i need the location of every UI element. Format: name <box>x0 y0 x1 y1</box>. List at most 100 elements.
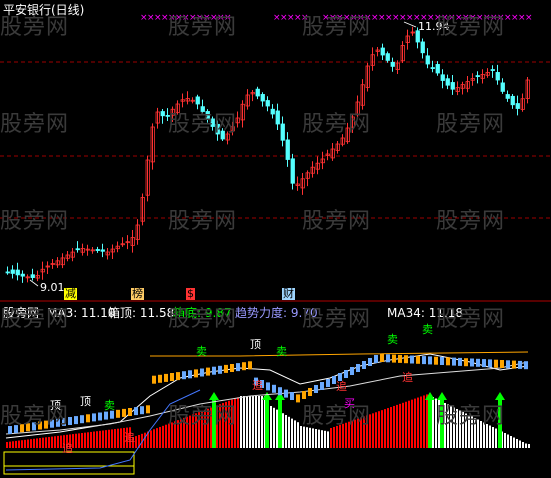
histogram-bar <box>396 404 398 448</box>
histogram-bar <box>237 397 239 448</box>
mini-candle <box>26 423 30 432</box>
mini-candle <box>242 362 246 371</box>
mini-candle <box>350 367 354 375</box>
x-marker: × <box>301 13 309 23</box>
histogram-bar <box>423 395 425 448</box>
signal-box <box>3 451 135 475</box>
histogram-bar <box>201 411 203 448</box>
histogram-bar <box>90 431 92 448</box>
mini-candle <box>290 392 294 400</box>
x-marker: × <box>224 13 232 23</box>
candle-body <box>220 130 225 140</box>
histogram-bar <box>330 428 332 448</box>
mini-candle <box>116 409 120 418</box>
histogram-bar <box>180 419 182 448</box>
candle-body <box>445 78 450 86</box>
histogram-bar <box>57 435 59 448</box>
candle-body <box>165 115 170 117</box>
mini-candle <box>266 382 270 391</box>
candle-body <box>280 123 285 141</box>
histogram-bar <box>270 406 272 448</box>
signal-tag-1[interactable]: 减 <box>64 288 77 300</box>
histogram-bar <box>378 411 380 448</box>
histogram-bar <box>408 400 410 448</box>
histogram-bar <box>189 415 191 448</box>
mini-candle <box>170 373 174 381</box>
signal-tag-3[interactable]: $ <box>186 288 195 300</box>
histogram-bar <box>120 428 122 448</box>
histogram-bar <box>99 430 101 448</box>
candle-body <box>440 74 445 81</box>
histogram-bar <box>30 439 32 448</box>
mini-candle <box>524 361 528 370</box>
histogram-bar <box>36 438 38 448</box>
histogram-bar <box>321 430 323 448</box>
candle-body <box>10 269 15 274</box>
histogram-bar <box>474 418 476 448</box>
signal-tag-2[interactable]: 榜 <box>131 288 144 300</box>
candle-body <box>200 106 205 112</box>
mini-candle <box>506 360 510 369</box>
signal-tag-4[interactable]: 财 <box>282 288 295 300</box>
signal-label-chase: 追 <box>124 431 135 444</box>
histogram-bar <box>117 428 119 448</box>
candle-body <box>385 53 390 61</box>
histogram-bar <box>462 412 464 448</box>
histogram-green-bar <box>498 398 502 448</box>
candle-body <box>160 111 165 117</box>
histogram-bar <box>456 409 458 448</box>
mini-candle <box>164 373 168 382</box>
histogram-bar <box>207 408 209 448</box>
mini-candle <box>314 385 318 393</box>
histogram-bar <box>219 404 221 448</box>
histogram-bar <box>228 400 230 448</box>
histogram-bar <box>243 396 245 448</box>
mini-candle <box>440 357 444 365</box>
mini-candle <box>56 418 60 427</box>
histogram-bar <box>372 413 374 448</box>
histogram-bar <box>27 439 29 448</box>
histogram-bar <box>78 433 80 448</box>
histogram-bar <box>171 422 173 448</box>
histogram-bar <box>399 403 401 448</box>
candle-body <box>210 118 215 127</box>
signal-label-buy: 买 <box>344 397 355 410</box>
candle-body <box>430 67 435 69</box>
mini-candle <box>212 366 216 375</box>
mini-candle <box>80 415 84 424</box>
candle-body <box>15 269 20 276</box>
candle-body <box>475 75 480 77</box>
histogram-bar <box>222 403 224 448</box>
histogram-bar <box>6 442 8 448</box>
histogram-bar <box>288 416 290 448</box>
histogram-bar <box>444 403 446 448</box>
mini-candle <box>296 394 300 403</box>
mini-candle <box>134 407 138 416</box>
candle-body <box>290 158 295 184</box>
histogram-bar <box>432 397 434 448</box>
mini-candle <box>302 391 306 399</box>
histogram-bar <box>435 398 437 448</box>
mini-candle <box>104 411 108 420</box>
histogram-green-bar <box>428 398 432 448</box>
mini-candle <box>182 371 186 380</box>
histogram-bar <box>339 424 341 448</box>
histogram-bar <box>39 438 41 448</box>
histogram-bar <box>420 396 422 448</box>
histogram-bar <box>150 430 152 448</box>
up-arrow-icon <box>262 392 272 400</box>
candle-body <box>75 248 80 251</box>
signal-label-sell: 卖 <box>104 399 115 412</box>
signal-label-top: 顶 <box>50 399 61 412</box>
histogram-bar <box>348 421 350 448</box>
histogram-bar <box>363 416 365 448</box>
signal-label-chase: 追 <box>336 380 347 393</box>
histogram-bar <box>480 421 482 448</box>
histogram-bar <box>384 409 386 448</box>
candle-body <box>380 47 385 56</box>
histogram-bar <box>312 428 314 448</box>
mini-candle <box>224 364 228 373</box>
candle-body <box>510 95 515 106</box>
histogram-bar <box>309 427 311 448</box>
indicator-name: 股旁网 <box>3 306 40 320</box>
